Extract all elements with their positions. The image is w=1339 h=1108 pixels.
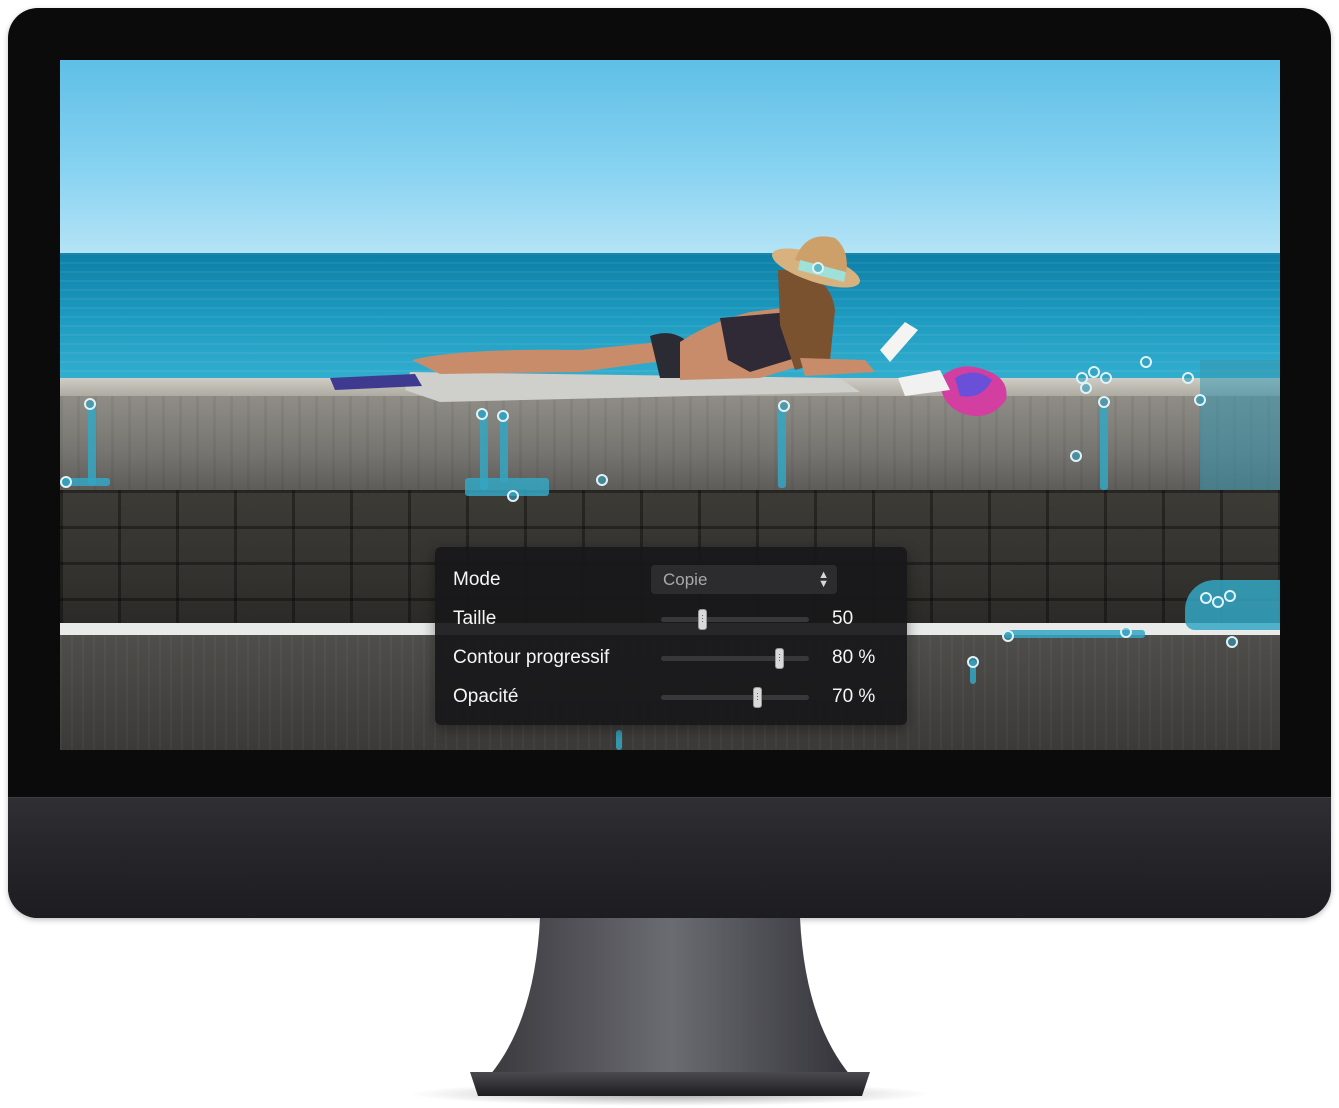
retouch-pin[interactable]: [507, 490, 519, 502]
retouch-pin[interactable]: [60, 476, 72, 488]
size-value: 50: [832, 608, 854, 629]
opacity-value: 70 %: [832, 686, 876, 707]
retouch-pin[interactable]: [1224, 590, 1236, 602]
retouch-pin[interactable]: [1200, 592, 1212, 604]
editor-canvas[interactable]: Mode Copie ▲ ▼ Taille 50 Contour progress…: [60, 60, 1280, 750]
retouch-stroke: [500, 412, 508, 482]
retouch-pin[interactable]: [1002, 630, 1014, 642]
opacity-slider-thumb[interactable]: [753, 687, 763, 708]
arm-shape: [800, 358, 875, 376]
retouch-pin[interactable]: [1080, 382, 1092, 394]
feather-slider[interactable]: [661, 648, 809, 669]
retouch-stroke: [1100, 406, 1108, 490]
retouch-pin[interactable]: [1100, 372, 1112, 384]
retouch-stroke: [88, 405, 96, 485]
retouch-stroke: [616, 730, 622, 750]
paper-shape: [880, 322, 918, 362]
retouch-pin[interactable]: [596, 474, 608, 486]
monitor-chin: [8, 797, 1331, 918]
retouch-pin[interactable]: [1070, 450, 1082, 462]
retouch-pin[interactable]: [497, 410, 509, 422]
feather-label: Contour progressif: [453, 647, 610, 668]
retouch-pin[interactable]: [778, 400, 790, 412]
stand-shadow: [410, 1082, 930, 1106]
retouch-pin[interactable]: [967, 656, 979, 668]
up-down-arrows-icon: ▲ ▼: [818, 569, 829, 590]
retouch-stroke: [1185, 580, 1280, 630]
retouch-pin[interactable]: [1140, 356, 1152, 368]
retouch-stroke: [778, 408, 786, 488]
retouch-pin[interactable]: [1088, 366, 1100, 378]
mode-row: Mode Copie ▲ ▼: [435, 563, 907, 595]
feather-value: 80 %: [832, 647, 876, 668]
retouch-pin[interactable]: [1226, 636, 1238, 648]
retouch-pin[interactable]: [476, 408, 488, 420]
retouch-pin[interactable]: [1182, 372, 1194, 384]
retouch-pin[interactable]: [812, 262, 824, 274]
retouch-pin[interactable]: [1194, 394, 1206, 406]
retouch-pin[interactable]: [1120, 626, 1132, 638]
stand-neck: [490, 918, 850, 1075]
retouch-pin[interactable]: [1212, 596, 1224, 608]
towel-shape: [405, 372, 860, 402]
feather-slider-thumb[interactable]: [775, 648, 785, 669]
size-slider[interactable]: [661, 609, 809, 630]
legs-shape: [412, 342, 670, 374]
stand-foot: [470, 1072, 870, 1096]
mode-select[interactable]: Copie ▲ ▼: [651, 565, 837, 594]
mode-select-value: Copie: [663, 570, 708, 589]
retouch-settings-panel: Mode Copie ▲ ▼ Taille 50 Contour progress…: [435, 547, 907, 725]
size-label: Taille: [453, 608, 497, 629]
retouch-pin[interactable]: [84, 398, 96, 410]
monitor-bezel: Mode Copie ▲ ▼ Taille 50 Contour progress…: [8, 8, 1331, 918]
feather-row: Contour progressif 80 %: [435, 641, 907, 673]
size-row: Taille 50: [435, 602, 907, 634]
retouch-pin[interactable]: [1098, 396, 1110, 408]
opacity-slider[interactable]: [661, 687, 809, 708]
mode-label: Mode: [453, 569, 501, 590]
opacity-label: Opacité: [453, 686, 519, 707]
size-slider-thumb[interactable]: [698, 609, 708, 630]
opacity-row: Opacité 70 %: [435, 680, 907, 712]
